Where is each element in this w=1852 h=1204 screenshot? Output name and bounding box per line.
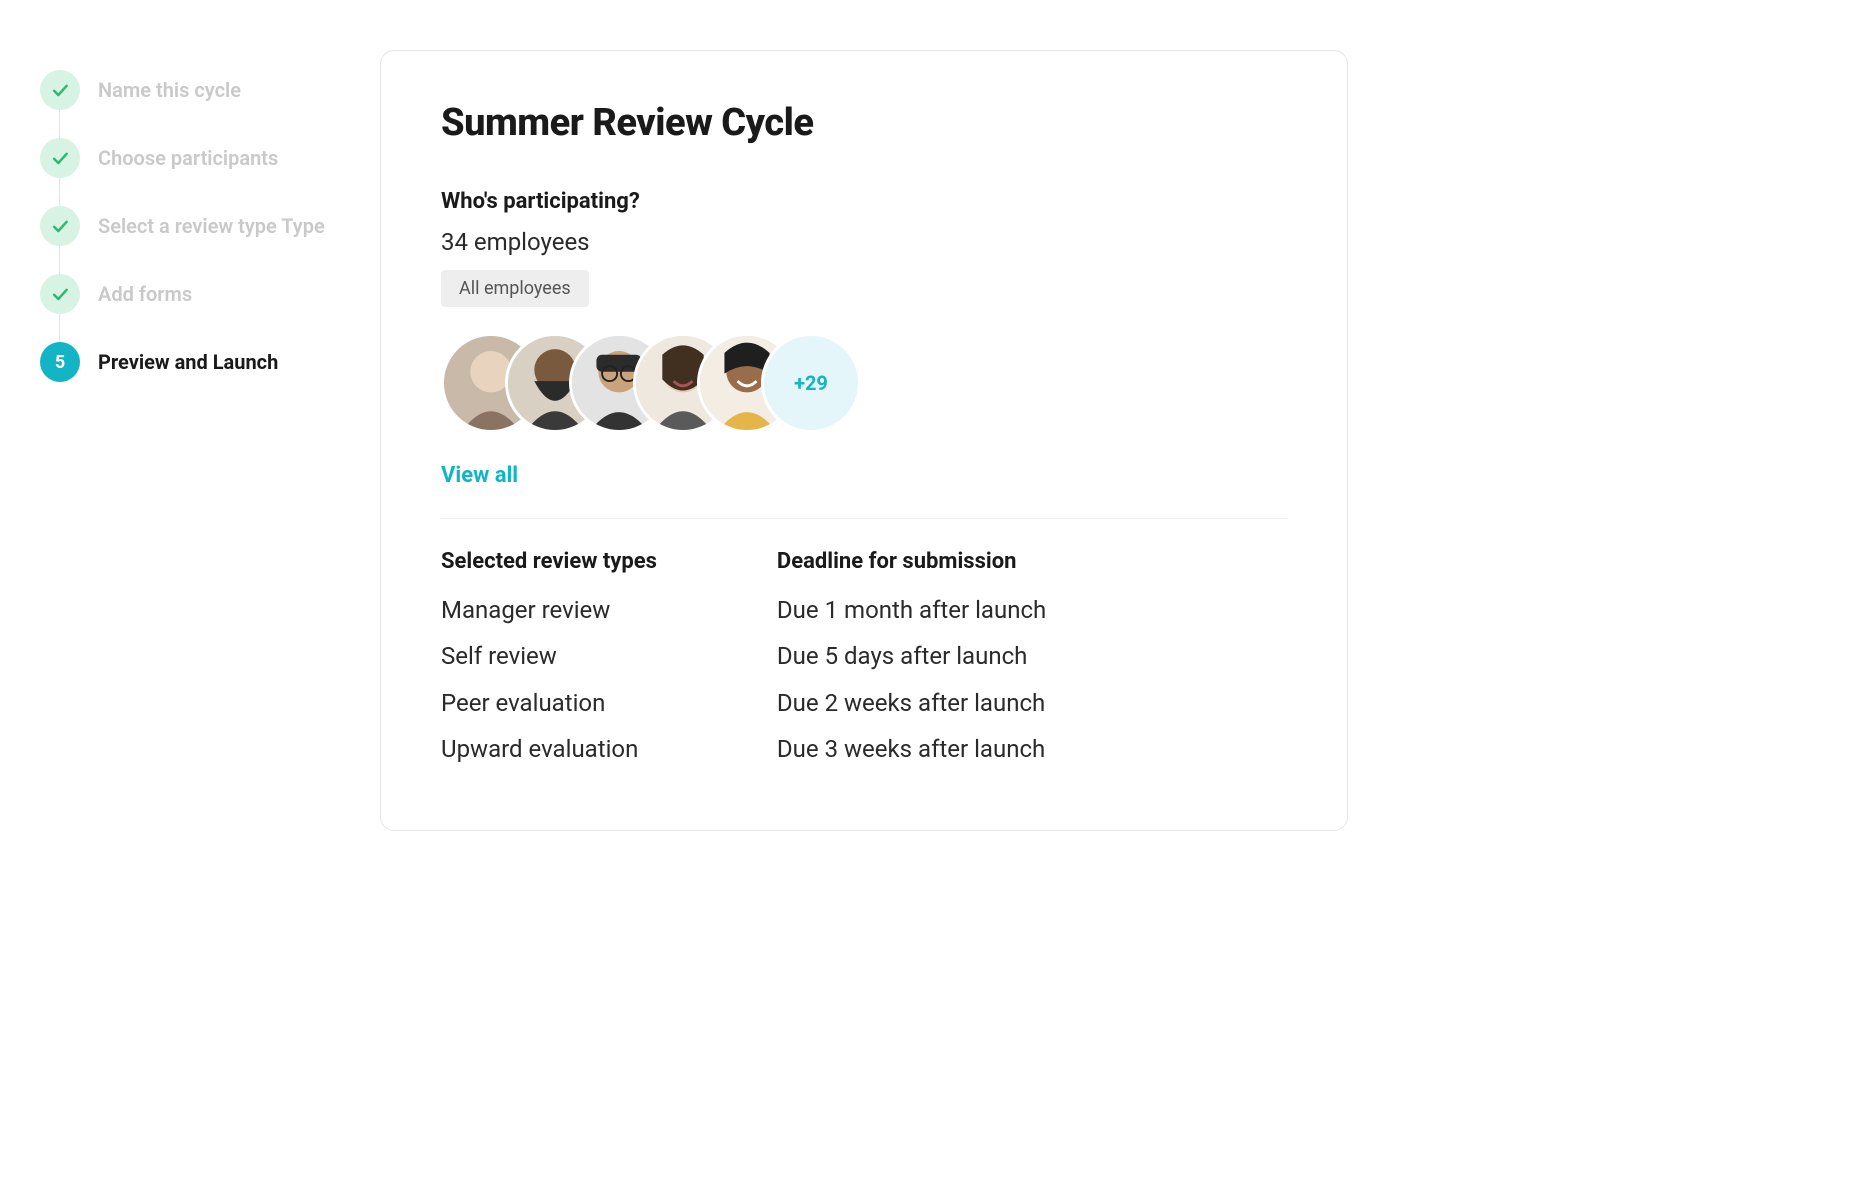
review-type-item: Manager review xyxy=(441,594,657,626)
deadline-item: Due 2 weeks after launch xyxy=(777,687,1046,719)
review-type-item: Peer evaluation xyxy=(441,687,657,719)
step-label: Name this cycle xyxy=(98,78,241,102)
deadline-item: Due 3 weeks after launch xyxy=(777,733,1046,765)
deadline-item: Due 5 days after launch xyxy=(777,640,1046,672)
review-type-item: Upward evaluation xyxy=(441,733,657,765)
step-number-badge: 5 xyxy=(40,342,80,382)
wizard-stepper: Name this cycle Choose participants Sele… xyxy=(40,50,340,831)
check-icon xyxy=(40,274,80,314)
participating-heading: Who's participating? xyxy=(441,189,1287,214)
step-label: Add forms xyxy=(98,282,192,306)
step-select-review-type[interactable]: Select a review type Type xyxy=(40,192,340,260)
step-label: Select a review type Type xyxy=(98,214,325,238)
check-icon xyxy=(40,138,80,178)
avatar-more-count: +29 xyxy=(794,371,828,395)
deadlines-column: Deadline for submission Due 1 month afte… xyxy=(777,549,1046,780)
step-name-cycle[interactable]: Name this cycle xyxy=(40,56,340,124)
step-label: Choose participants xyxy=(98,146,278,170)
step-preview-launch[interactable]: 5 Preview and Launch xyxy=(40,328,340,396)
deadlines-heading: Deadline for submission xyxy=(777,549,1046,574)
deadline-item: Due 1 month after launch xyxy=(777,594,1046,626)
divider xyxy=(441,518,1287,519)
view-all-link[interactable]: View all xyxy=(441,463,518,488)
preview-card: Summer Review Cycle Who's participating?… xyxy=(380,50,1348,831)
cycle-title: Summer Review Cycle xyxy=(441,101,1287,145)
segment-chip[interactable]: All employees xyxy=(441,270,589,307)
avatar-more[interactable]: +29 xyxy=(761,333,861,433)
check-icon xyxy=(40,70,80,110)
step-label: Preview and Launch xyxy=(98,350,278,374)
review-type-item: Self review xyxy=(441,640,657,672)
review-types-column: Selected review types Manager review Sel… xyxy=(441,549,657,780)
check-icon xyxy=(40,206,80,246)
avatar-stack: +29 xyxy=(441,333,1287,433)
step-choose-participants[interactable]: Choose participants xyxy=(40,124,340,192)
summary-columns: Selected review types Manager review Sel… xyxy=(441,549,1287,780)
participant-count: 34 employees xyxy=(441,228,1287,256)
step-add-forms[interactable]: Add forms xyxy=(40,260,340,328)
review-types-heading: Selected review types xyxy=(441,549,657,574)
page-wrapper: Name this cycle Choose participants Sele… xyxy=(0,0,1388,891)
